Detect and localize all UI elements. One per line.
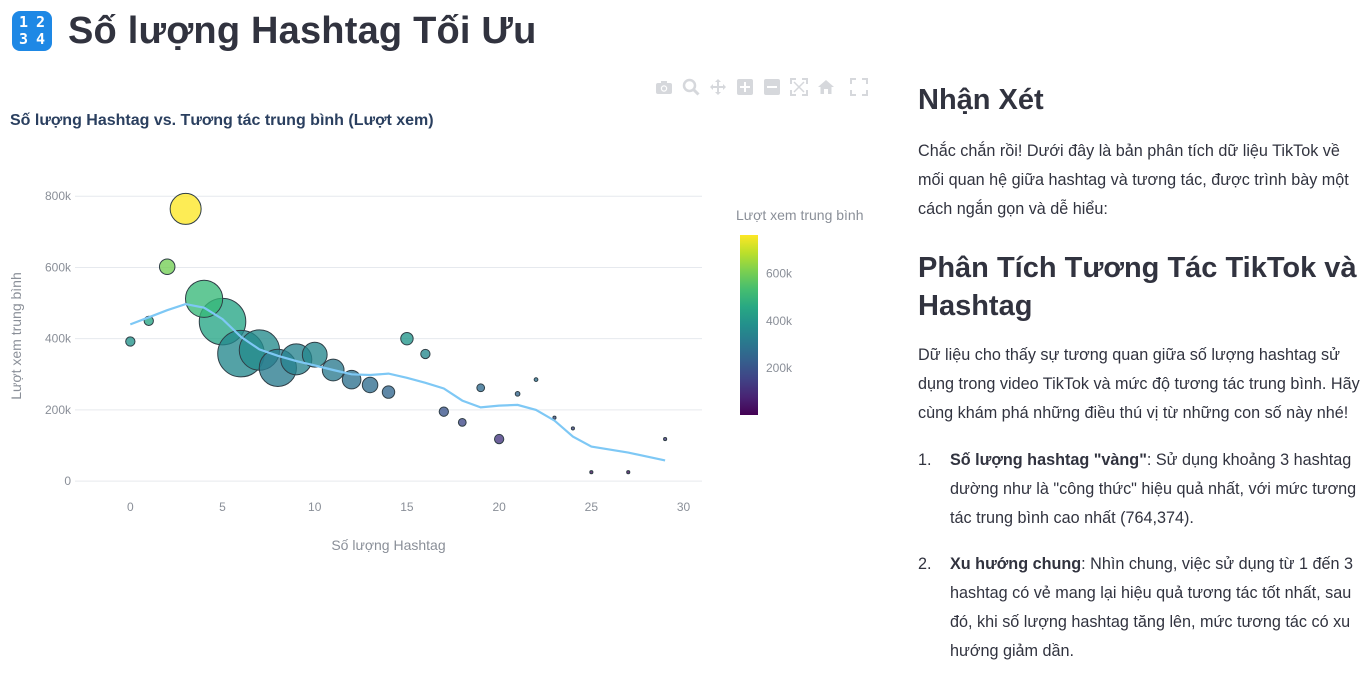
zoom-icon[interactable] [682, 78, 700, 96]
data-point [381, 385, 396, 399]
list-text: Xu hướng chung: Nhìn chung, việc sử dụng… [950, 550, 1364, 666]
y-tick-label: 0 [64, 474, 71, 488]
x-tick-label: 0 [127, 500, 134, 514]
list-item: 2. Xu hướng chung: Nhìn chung, việc sử d… [918, 550, 1364, 666]
y-axis-label: Lượt xem trung bình [8, 272, 24, 400]
list-number: 1. [918, 451, 932, 469]
page-header: 1 2 3 4 Số lượng Hashtag Tối Ưu [12, 8, 537, 54]
camera-icon[interactable] [655, 78, 673, 96]
y-tick-label: 600k [45, 260, 72, 274]
data-point [438, 406, 449, 417]
list-number: 2. [918, 555, 932, 573]
y-tick-label: 200k [45, 403, 72, 417]
data-point [514, 391, 521, 397]
data-point [125, 336, 136, 347]
analysis-paragraph: Dữ liệu cho thấy sự tương quan giữa số l… [918, 346, 1360, 422]
data-point [169, 192, 202, 225]
data-point [420, 348, 431, 360]
y-tick-label: 400k [45, 332, 72, 346]
list-bold: Số lượng hashtag "vàng" [950, 451, 1147, 469]
chart-container[interactable]: 0 200k 400k 600k 800k 0 5 10 15 20 25 30 Số lượng Ha… [0, 70, 890, 570]
pan-icon[interactable] [709, 78, 727, 96]
data-point [184, 279, 224, 318]
chart-modebar [655, 78, 868, 96]
x-axis-label: Số lượng Hashtag [331, 537, 445, 553]
data-point [476, 383, 486, 393]
list-text: Số lượng hashtag "vàng": Sử dụng khoảng … [950, 446, 1364, 533]
page-title: Số lượng Hashtag Tối Ưu [68, 9, 537, 52]
analysis-heading: Phân Tích Tương Tác TikTok và Hashtag [918, 252, 1357, 322]
x-tick-label: 30 [677, 500, 691, 514]
colorbar-tick-label: 400k [766, 314, 793, 328]
colorbar [740, 235, 758, 415]
y-tick-label: 800k [45, 189, 72, 203]
data-point [570, 426, 575, 431]
x-tick-label: 20 [492, 500, 506, 514]
reset-axes-icon[interactable] [817, 78, 835, 96]
zoom-out-icon[interactable] [763, 78, 781, 96]
x-tick-label: 15 [400, 500, 414, 514]
icon-digit: 1 [18, 13, 29, 31]
icon-digit: 4 [35, 30, 46, 48]
autoscale-icon[interactable] [790, 78, 808, 96]
fullscreen-icon[interactable] [850, 78, 868, 96]
data-point [589, 470, 594, 475]
colorbar-tick-label: 600k [766, 267, 793, 281]
colorbar-title: Lượt xem trung bình [736, 207, 864, 223]
x-tick-label: 25 [585, 500, 599, 514]
section-heading: Nhận Xét [918, 84, 1044, 116]
list-item: 1. Số lượng hashtag "vàng": Sử dụng khoả… [918, 446, 1364, 533]
intro-paragraph: Chắc chắn rồi! Dưới đây là bản phân tích… [918, 142, 1349, 218]
x-tick-label: 10 [308, 500, 322, 514]
zoom-in-icon[interactable] [736, 78, 754, 96]
scatter-chart[interactable]: 0 200k 400k 600k 800k 0 5 10 15 20 25 30 Số lượng Ha… [0, 70, 890, 570]
chart-title: Số lượng Hashtag vs. Tương tác trung bìn… [10, 112, 434, 129]
data-point [158, 258, 176, 275]
icon-digit: 2 [35, 13, 46, 31]
analysis-panel: Nhận Xét Chắc chắn rồi! Dưới đây là bản … [918, 78, 1364, 666]
data-point [626, 470, 631, 475]
findings-list: 1. Số lượng hashtag "vàng": Sử dụng khoả… [918, 446, 1364, 666]
x-tick-label: 5 [219, 500, 226, 514]
data-point [493, 433, 505, 445]
data-point [533, 377, 539, 382]
data-point [663, 437, 668, 442]
data-point [457, 417, 467, 427]
colorbar-tick-label: 200k [766, 361, 793, 375]
app-page: 1 2 3 4 Số lượng Hashtag Tối Ưu 0 200k 400… [0, 0, 1372, 700]
numbers-icon: 1 2 3 4 [12, 11, 52, 51]
list-bold: Xu hướng chung [950, 555, 1082, 573]
data-point [400, 331, 414, 346]
data-point [361, 376, 379, 394]
icon-digit: 3 [18, 30, 29, 48]
